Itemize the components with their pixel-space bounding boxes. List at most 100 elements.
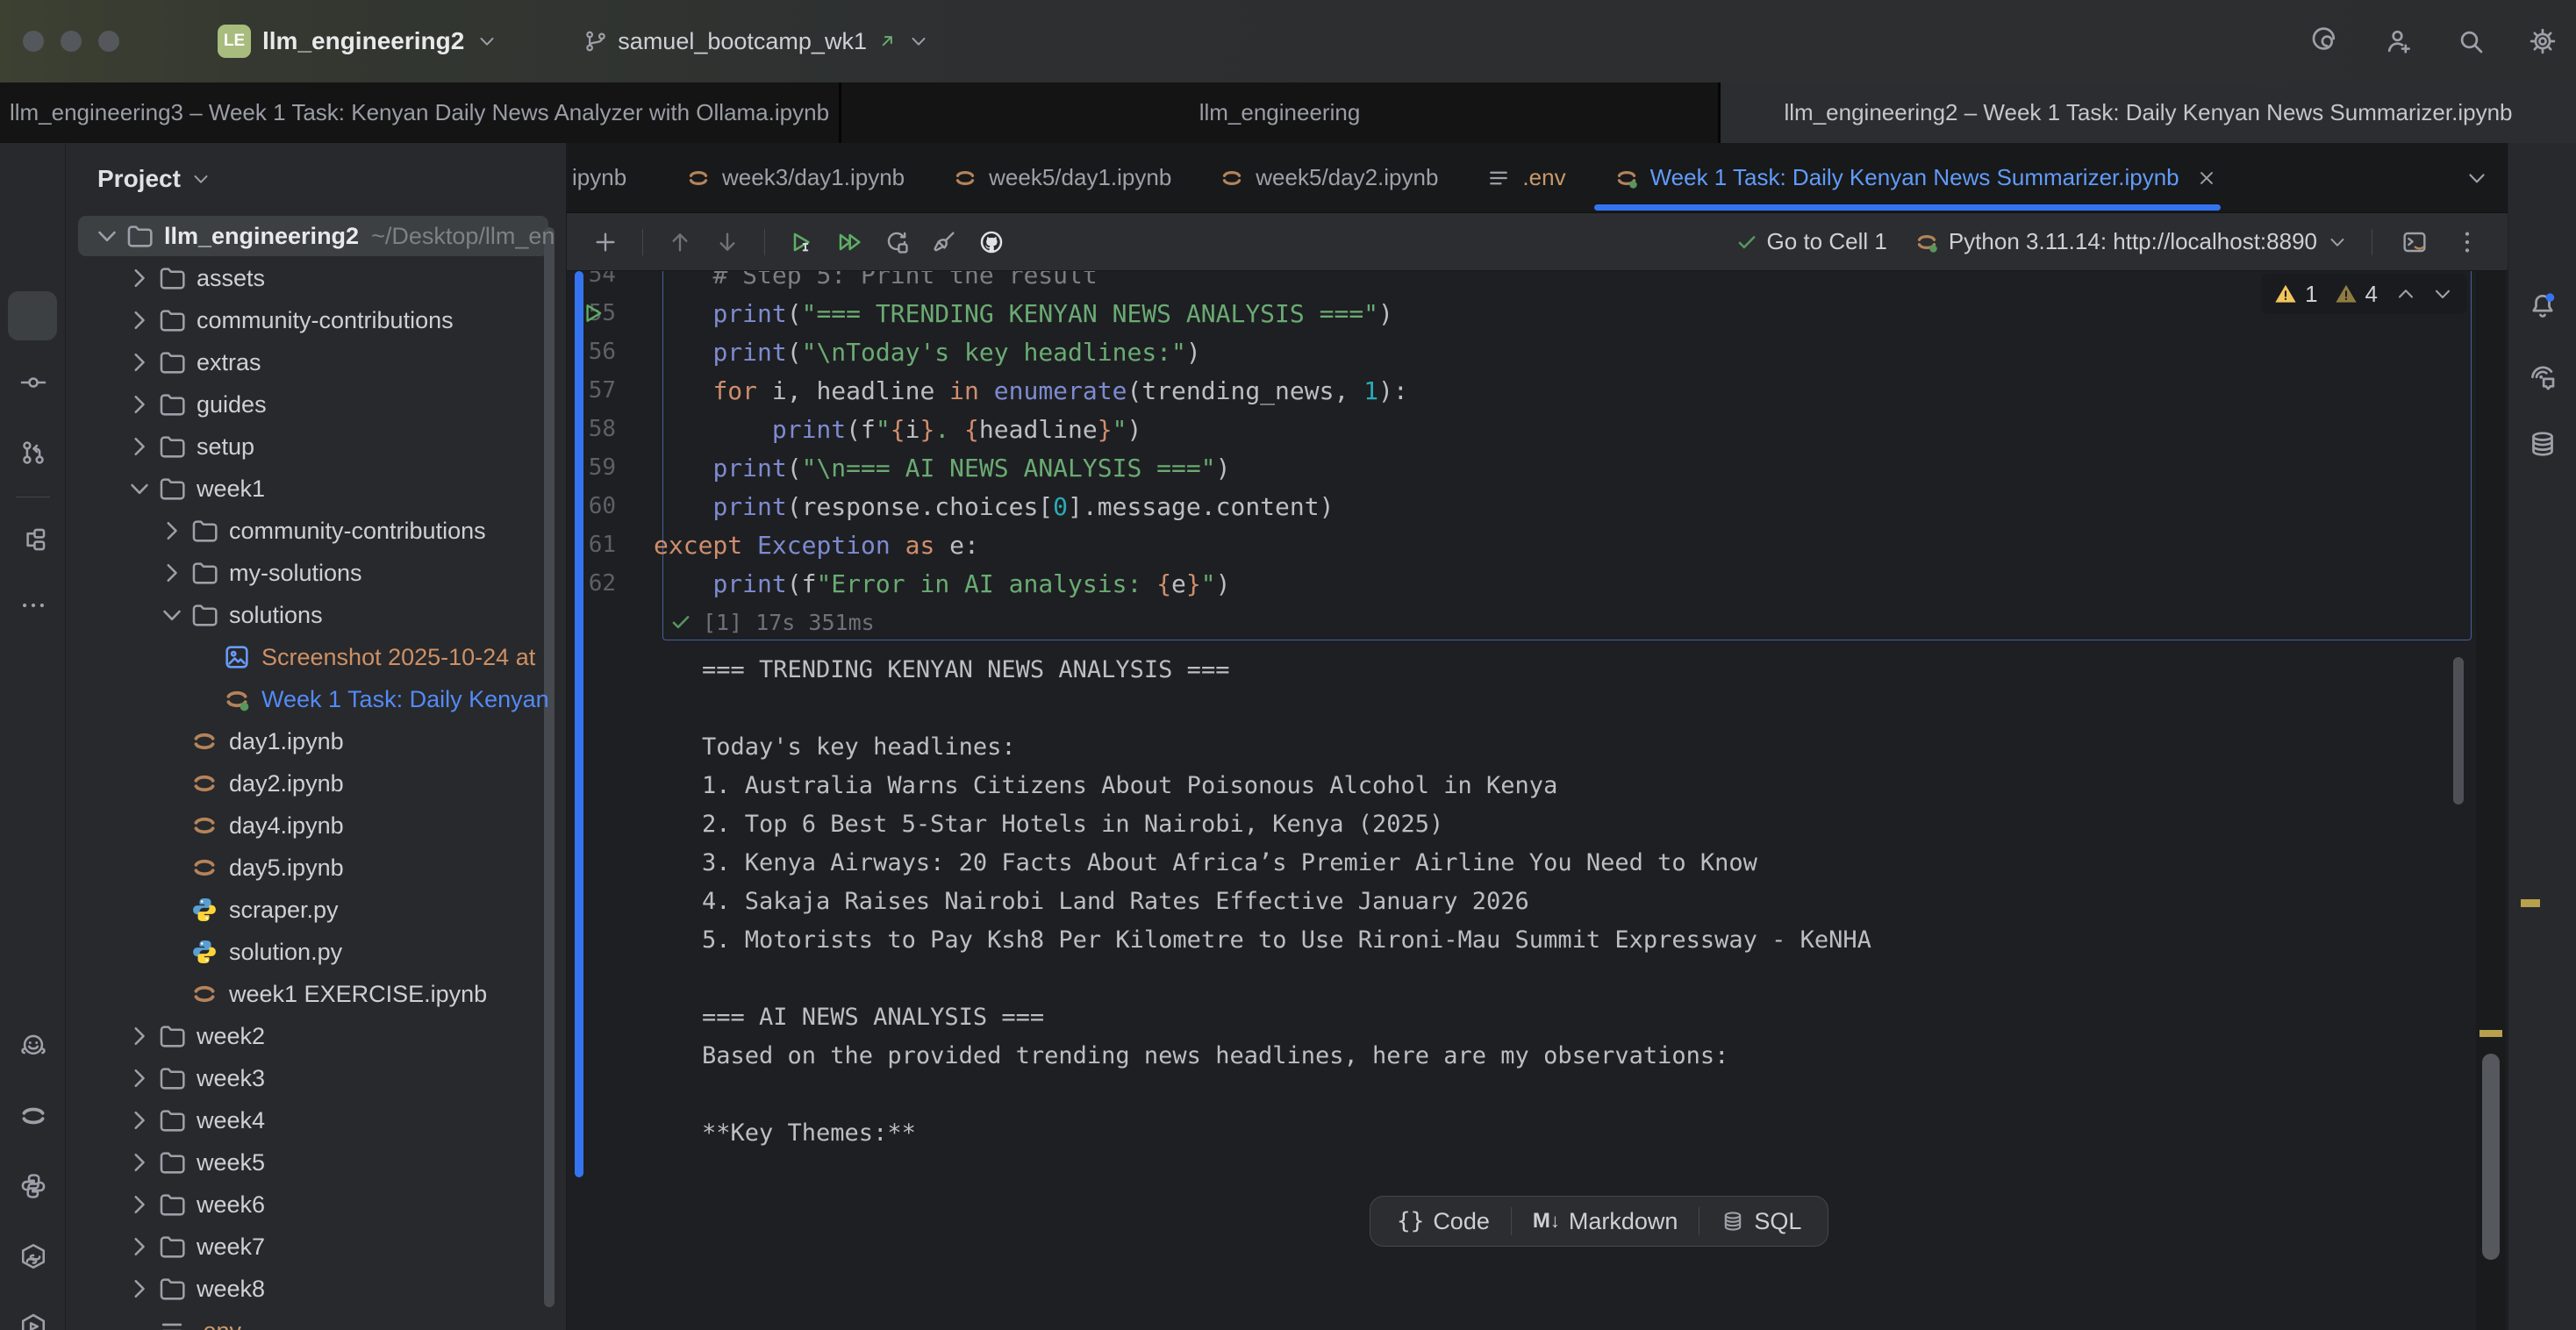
move-cell-up-button[interactable]	[661, 223, 699, 261]
problems-tool-button[interactable]	[0, 1312, 66, 1330]
weak-warning-icon[interactable]	[2334, 282, 2358, 306]
code-line-61[interactable]: 61except Exception as e:	[567, 526, 2472, 564]
python-console-tool-button[interactable]	[0, 1171, 66, 1201]
run-line-icon[interactable]	[581, 301, 605, 325]
tree-item-extras[interactable]: extras	[66, 341, 566, 383]
chevron-right-icon[interactable]	[157, 558, 187, 588]
code-line-60[interactable]: 60 print(response.choices[0].message.con…	[567, 487, 2472, 526]
chevron-down-icon[interactable]	[125, 474, 154, 504]
add-markdown-cell-button[interactable]: M↓Markdown	[1512, 1197, 1699, 1246]
editor-tab--env[interactable]: .env	[1462, 143, 1589, 212]
chevron-right-icon[interactable]	[125, 347, 154, 377]
settings-gear-icon[interactable]	[2527, 25, 2558, 57]
code-line-56[interactable]: 56 print("\nToday's key headlines:")	[567, 332, 2472, 371]
tree-item-week1-exercise-ipynb[interactable]: week1 EXERCISE.ipynb	[66, 973, 566, 1015]
chevron-right-icon[interactable]	[125, 305, 154, 335]
chevron-down-icon[interactable]	[157, 600, 187, 630]
editor-scrollbar[interactable]	[2476, 271, 2506, 1330]
branch-widget[interactable]: samuel_bootcamp_wk1	[583, 28, 930, 55]
pull-requests-tool-button[interactable]	[0, 438, 66, 468]
jupyter-tool-button[interactable]	[0, 1101, 66, 1131]
editor-tab-week-1-task-daily-kenyan-news-summarizer-ipynb[interactable]: Week 1 Task: Daily Kenyan News Summarize…	[1590, 143, 2242, 212]
project-widget[interactable]: LE llm_engineering2	[218, 25, 498, 58]
clear-outputs-button[interactable]	[925, 223, 963, 261]
window-tab-3[interactable]: llm_engineering2 – Week 1 Task: Daily Ke…	[1721, 82, 2576, 143]
add-cell-button[interactable]	[586, 223, 625, 261]
tree-item-setup[interactable]: setup	[66, 425, 566, 468]
structure-tool-button[interactable]	[0, 525, 66, 554]
more-options-button[interactable]	[2448, 223, 2487, 261]
tree-item-community-contributions[interactable]: community-contributions	[66, 299, 566, 341]
notifications-button[interactable]	[2508, 290, 2576, 322]
chevron-down-icon[interactable]	[92, 221, 122, 251]
tree-item-week2[interactable]: week2	[66, 1015, 566, 1057]
project-panel-header[interactable]: Project	[97, 143, 212, 215]
tree-item-week6[interactable]: week6	[66, 1183, 566, 1226]
output-scrollbar[interactable]	[2453, 657, 2464, 804]
ai-assistant-icon[interactable]	[2311, 25, 2343, 57]
kernel-selector[interactable]: Python 3.11.14: http://localhost:8890	[1914, 228, 2349, 255]
chevron-right-icon[interactable]	[125, 1021, 154, 1051]
editor-tab-week5-day2-ipynb[interactable]: week5/day2.ipynb	[1195, 143, 1462, 212]
chevron-right-icon[interactable]	[125, 432, 154, 461]
next-problem-chevron-down-icon[interactable]	[2430, 282, 2455, 306]
chevron-right-icon[interactable]	[125, 1232, 154, 1262]
add-sql-cell-button[interactable]: SQL	[1699, 1197, 1822, 1246]
database-tool-button[interactable]	[2508, 428, 2576, 460]
chevron-right-icon[interactable]	[125, 263, 154, 293]
tree-item-day2-ipynb[interactable]: day2.ipynb	[66, 762, 566, 804]
tree-item-solutions[interactable]: solutions	[66, 594, 566, 636]
tree-item-screenshot-2025-10-24-at[interactable]: Screenshot 2025-10-24 at	[66, 636, 566, 678]
tree-item-week4[interactable]: week4	[66, 1099, 566, 1141]
chevron-right-icon[interactable]	[125, 1190, 154, 1219]
tree-item-week1[interactable]: week1	[66, 468, 566, 510]
close-icon[interactable]	[2195, 167, 2218, 189]
huggingface-tool-button[interactable]	[0, 1031, 66, 1061]
tree-item-assets[interactable]: assets	[66, 257, 566, 299]
code-line-57[interactable]: 57 for i, headline in enumerate(trending…	[567, 371, 2472, 410]
restart-kernel-button[interactable]	[877, 223, 916, 261]
search-icon[interactable]	[2455, 25, 2487, 57]
add-user-icon[interactable]	[2383, 25, 2415, 57]
minimize-window-button[interactable]	[61, 31, 82, 52]
tree-item-day4-ipynb[interactable]: day4.ipynb	[66, 804, 566, 847]
tree-item-week5[interactable]: week5	[66, 1141, 566, 1183]
code-cell-editor[interactable]: 54 # Step 5: Print the result55 print("=…	[567, 255, 2472, 603]
code-line-59[interactable]: 59 print("\n=== AI NEWS ANALYSIS ===")	[567, 448, 2472, 487]
tree-item-llm-engineering2[interactable]: llm_engineering2~/Desktop/llm_en	[66, 215, 566, 257]
tree-item-week-1-task-daily-kenyan[interactable]: Week 1 Task: Daily Kenyan	[66, 678, 566, 720]
move-cell-down-button[interactable]	[708, 223, 747, 261]
tree-scrollbar[interactable]	[544, 227, 555, 1307]
tree-item-guides[interactable]: guides	[66, 383, 566, 425]
tree-item-week3[interactable]: week3	[66, 1057, 566, 1099]
tree-item-community-contributions[interactable]: community-contributions	[66, 510, 566, 552]
editor-tab-ipynb[interactable]: ipynb	[567, 143, 662, 212]
chevron-right-icon[interactable]	[125, 390, 154, 419]
tab-list-chevron-down-icon[interactable]	[2464, 165, 2490, 191]
python-packages-tool-button[interactable]	[0, 1241, 66, 1271]
window-tab-1[interactable]: llm_engineering3 – Week 1 Task: Kenyan D…	[0, 82, 839, 143]
code-line-62[interactable]: 62 print(f"Error in AI analysis: {e}")	[567, 564, 2472, 603]
chevron-right-icon[interactable]	[157, 516, 187, 546]
zoom-window-button[interactable]	[98, 31, 119, 52]
run-cell-button[interactable]	[783, 223, 821, 261]
github-button[interactable]	[972, 223, 1011, 261]
tree-item-day5-ipynb[interactable]: day5.ipynb	[66, 847, 566, 889]
chevron-right-icon[interactable]	[125, 1063, 154, 1093]
commit-tool-button[interactable]	[0, 368, 66, 397]
warning-icon[interactable]	[2273, 282, 2298, 306]
window-tab-2[interactable]: llm_engineering	[841, 82, 1718, 143]
tree-item--env[interactable]: .env	[66, 1310, 566, 1330]
go-to-cell-button[interactable]: Go to Cell 1	[1735, 228, 1887, 255]
run-all-button[interactable]	[830, 223, 869, 261]
editor-scrollbar-thumb[interactable]	[2482, 1054, 2500, 1260]
code-line-55[interactable]: 55 print("=== TRENDING KENYAN NEWS ANALY…	[567, 294, 2472, 332]
code-line-58[interactable]: 58 print(f"{i}. {headline}")	[567, 410, 2472, 448]
more-tools-button[interactable]	[0, 590, 66, 620]
chevron-right-icon[interactable]	[125, 1148, 154, 1177]
tree-item-my-solutions[interactable]: my-solutions	[66, 552, 566, 594]
add-code-cell-button[interactable]: {}Code	[1376, 1197, 1511, 1246]
tree-item-solution-py[interactable]: solution.py	[66, 931, 566, 973]
close-window-button[interactable]	[23, 31, 44, 52]
tree-item-day1-ipynb[interactable]: day1.ipynb	[66, 720, 566, 762]
